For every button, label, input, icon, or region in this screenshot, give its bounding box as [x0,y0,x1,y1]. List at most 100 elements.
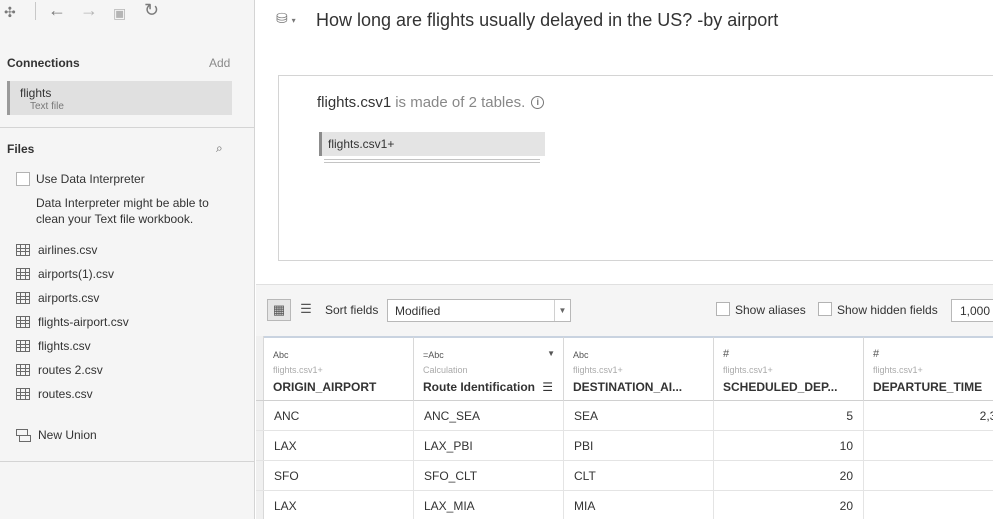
file-label: routes.csv [38,387,93,401]
sort-fields-label: Sort fields [325,303,379,317]
file-label: airports.csv [38,291,100,305]
sort-fields-select[interactable]: Modified ▼ [387,299,571,322]
table-pill[interactable]: flights.csv1+ [319,132,545,156]
table-cell[interactable]: 20 [714,491,864,519]
new-union-item[interactable]: New Union [16,426,97,444]
file-item[interactable]: airlines.csv [16,241,97,259]
stack-line [324,159,540,160]
table-cell[interactable]: CLT [564,461,714,491]
number-type-icon[interactable]: # [723,348,729,360]
table-icon [16,388,30,400]
table-icon [16,292,30,304]
connection-type: Text file [30,101,64,112]
data-interpreter-description: Data Interpreter might be able to clean … [36,196,209,226]
file-label: flights.csv [38,339,91,353]
table-cell[interactable] [864,431,993,461]
new-union-label: New Union [38,428,97,442]
column-source: Calculation [423,365,468,375]
connection-item-flights[interactable]: flights Text file [7,81,232,115]
table-cell[interactable]: LAX_PBI [414,431,564,461]
table-cell[interactable]: LAX_MIA [414,491,564,519]
column-name: DEPARTURE_TIME [873,380,983,394]
table-cell[interactable]: 5 [714,401,864,431]
file-item[interactable]: airports(1).csv [16,265,114,283]
grid-view-icon[interactable]: ▦ [267,299,291,321]
column-header[interactable]: Abc flights.csv1+ ORIGIN_AIRPORT [264,336,414,401]
show-hidden-fields-label: Show hidden fields [837,303,938,317]
file-label: flights-airport.csv [38,315,129,329]
table-icon [16,340,30,352]
table-cell[interactable]: SFO [264,461,414,491]
column-source: flights.csv1+ [273,365,323,375]
info-icon[interactable]: i [531,96,545,109]
tableau-logo-icon[interactable]: ✣ [4,2,16,22]
back-arrow-icon[interactable]: ← [48,0,66,20]
file-label: airports(1).csv [38,267,115,281]
string-type-icon[interactable]: Abc [273,350,289,360]
table-cell[interactable]: ANC [264,401,414,431]
table-icon [16,268,30,280]
rows-value: 1,000 [960,304,991,318]
table-icon [16,244,30,256]
table-pill-label: flights.csv1+ [328,137,395,151]
column-header[interactable]: =Abc Calculation Route Identification ▼ … [414,336,564,401]
column-name: DESTINATION_AI... [573,380,683,394]
file-item[interactable]: airports.csv [16,289,99,307]
file-item[interactable]: flights-airport.csv [16,313,129,331]
toolbar-separator [35,2,36,20]
rows-input[interactable]: 1,000 [951,299,993,322]
table-cell[interactable]: SEA [564,401,714,431]
refresh-icon[interactable]: ↻ [144,0,159,20]
list-view-icon[interactable]: ☰ [294,299,318,321]
datasource-icon[interactable]: ⛁ ▾ [276,10,296,27]
logical-table-name: flights.csv1 [317,94,392,111]
table-cell[interactable]: MIA [564,491,714,519]
column-header[interactable]: # flights.csv1+ DEPARTURE_TIME [864,336,993,401]
forward-arrow-icon[interactable]: → [80,0,98,20]
calculated-string-type-icon[interactable]: =Abc [423,350,444,360]
number-type-icon[interactable]: # [873,348,879,360]
table-cell[interactable]: ANC_SEA [414,401,564,431]
table-cell[interactable]: 20 [714,461,864,491]
file-item[interactable]: routes.csv [16,385,93,403]
datasource-title[interactable]: How long are flights usually delayed in … [316,10,778,31]
table-cell[interactable]: 1 [864,461,993,491]
table-cell[interactable]: LAX [264,491,414,519]
panel-divider [0,461,255,462]
table-cell[interactable]: PBI [564,431,714,461]
join-canvas: flights.csv1 is made of 2 tables. i flight… [278,75,993,261]
files-title: Files [7,142,35,156]
table-cell[interactable]: 2,35 [864,401,993,431]
grid-toolbar: ▦ ☰ Sort fields Modified ▼ Show aliases … [256,284,993,336]
column-name: SCHEDULED_DEP... [723,380,838,394]
column-header[interactable]: Abc flights.csv1+ DESTINATION_AI... [564,336,714,401]
column-source: flights.csv1+ [573,365,623,375]
column-header[interactable]: # flights.csv1+ SCHEDULED_DEP... [714,336,864,401]
search-icon[interactable]: ⌕ [216,141,223,156]
file-item[interactable]: flights.csv [16,337,91,355]
table-cell[interactable]: 1 [864,491,993,519]
table-cell[interactable]: 10 [714,431,864,461]
stack-line [324,162,540,163]
column-name: ORIGIN_AIRPORT [273,380,377,394]
show-hidden-fields-checkbox[interactable] [818,302,832,316]
data-interpreter-checkbox[interactable] [16,172,30,186]
grid-header-row: Abc flights.csv1+ ORIGIN_AIRPORT =Abc Ca… [256,336,993,401]
file-label: routes 2.csv [38,363,103,377]
union-icon [16,429,31,442]
save-icon[interactable]: ▣ [113,3,126,23]
file-item[interactable]: routes 2.csv [16,361,103,379]
file-label: airlines.csv [38,243,98,257]
table-row: LAX LAX_PBI PBI 10 [256,431,993,461]
column-name: Route Identification [423,380,535,394]
column-source: flights.csv1+ [723,365,773,375]
show-aliases-checkbox[interactable] [716,302,730,316]
sort-icon[interactable]: ☰ [542,380,553,394]
string-type-icon[interactable]: Abc [573,350,589,360]
canvas-header: flights.csv1 is made of 2 tables. i [317,94,545,111]
table-cell[interactable]: LAX [264,431,414,461]
panel-divider [0,127,255,128]
column-menu-icon[interactable]: ▼ [547,349,555,358]
table-cell[interactable]: SFO_CLT [414,461,564,491]
add-connection-link[interactable]: Add [209,56,230,70]
